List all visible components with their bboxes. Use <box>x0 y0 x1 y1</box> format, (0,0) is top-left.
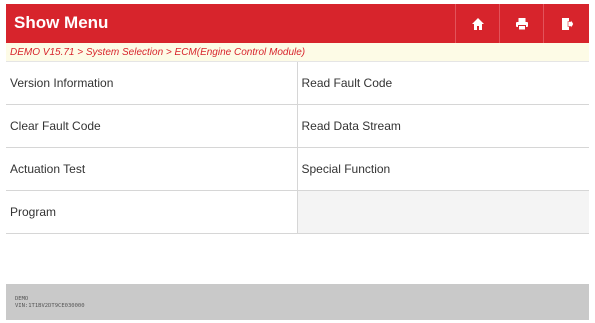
footer-model: DEMO <box>15 296 29 302</box>
menu-item-program[interactable]: Program <box>6 191 298 233</box>
status-footer: DEMO VIN:1T1BV2DT9CE030000 <box>6 284 589 320</box>
home-icon <box>472 17 484 30</box>
home-button[interactable] <box>455 4 500 43</box>
menu-item-empty <box>297 191 589 233</box>
print-icon <box>516 17 528 30</box>
footer-vin: VIN:1T1BV2DT9CE030000 <box>15 303 85 309</box>
menu-item-read-data-stream[interactable]: Read Data Stream <box>298 105 590 147</box>
menu-row: Clear Fault Code Read Data Stream <box>6 105 589 148</box>
menu-item-special-function[interactable]: Special Function <box>298 148 590 190</box>
menu-item-read-fault-code[interactable]: Read Fault Code <box>298 62 590 104</box>
menu-grid: Version Information Read Fault Code Clea… <box>6 62 589 234</box>
menu-row: Program <box>6 191 589 234</box>
app-window: Show Menu DEMO V15.71 > System Selection… <box>6 4 589 320</box>
menu-item-clear-fault-code[interactable]: Clear Fault Code <box>6 105 298 147</box>
title-bar: Show Menu <box>6 4 589 43</box>
exit-icon <box>562 17 574 30</box>
menu-row: Version Information Read Fault Code <box>6 62 589 105</box>
page-title: Show Menu <box>14 13 109 32</box>
menu-row: Actuation Test Special Function <box>6 148 589 191</box>
menu-item-actuation-test[interactable]: Actuation Test <box>6 148 298 190</box>
breadcrumb: DEMO V15.71 > System Selection > ECM(Eng… <box>6 43 589 62</box>
print-button[interactable] <box>499 4 544 43</box>
menu-item-version-information[interactable]: Version Information <box>6 62 298 104</box>
exit-button[interactable] <box>543 4 589 43</box>
